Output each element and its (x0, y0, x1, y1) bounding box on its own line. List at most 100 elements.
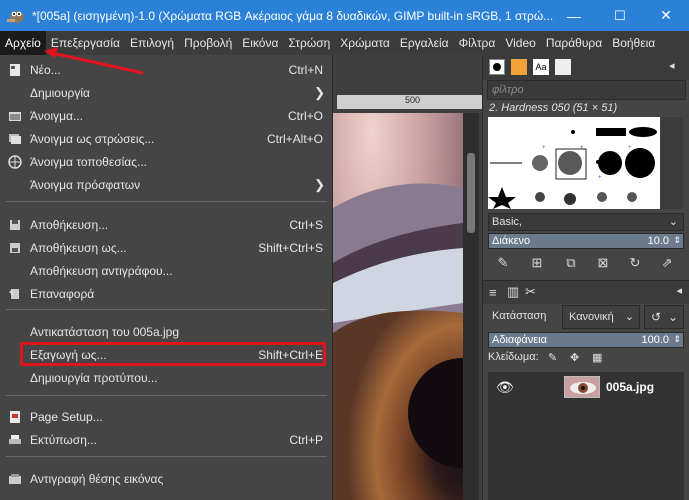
brush-to-image-icon[interactable]: ⇗ (659, 255, 675, 271)
document-tab-icon[interactable] (555, 59, 571, 75)
menu-item-open-location[interactable]: Άνοιγμα τοποθεσίας... (0, 150, 333, 173)
right-dock: Aa ◂ φίλτρο 2. Hardness 050 (51 × 51) + … (482, 55, 689, 500)
mode-label: Κατάσταση (492, 310, 547, 322)
lock-label: Κλείδωμα: (488, 351, 539, 363)
file-menu-dropdown: Νέο... Ctrl+N Δημιουργία ❯ Άνοιγμα... Ct… (0, 55, 333, 500)
menu-image[interactable]: Εικόνα (237, 31, 283, 55)
menu-colors[interactable]: Χρώματα (335, 31, 395, 55)
brush-tag-select[interactable]: Basic, ⌄ (488, 213, 684, 231)
spacing-slider[interactable]: Διάκενο 10.0 ⇕ (488, 233, 684, 249)
dock-menu-icon[interactable]: ◂ (669, 59, 685, 75)
menu-item-label: Αποθήκευση αντιγράφου... (30, 263, 173, 278)
menu-item-save-copy[interactable]: Αποθήκευση αντιγράφου... (0, 259, 333, 282)
brush-grid-scrollbar[interactable] (661, 117, 683, 209)
menu-filters[interactable]: Φίλτρα (454, 31, 501, 55)
menu-tools[interactable]: Εργαλεία (395, 31, 454, 55)
menu-view[interactable]: Προβολή (179, 31, 237, 55)
mode-value: Κανονική (569, 311, 614, 323)
menu-item-new[interactable]: Νέο... Ctrl+N (0, 58, 333, 81)
menu-item-shortcut: Shift+Ctrl+S (258, 240, 323, 255)
menu-item-shortcut: Ctrl+S (289, 217, 323, 232)
vertical-scrollbar[interactable] (463, 113, 479, 500)
menu-video[interactable]: Video (500, 31, 540, 55)
menu-item-label: Αντιγραφή θέσης εικόνας (30, 471, 164, 486)
menu-separator (6, 395, 327, 396)
menu-select[interactable]: Επιλογή (125, 31, 179, 55)
brush-actions: ✎ ⊞ ⧉ ⊠ ↻ ⇗ (483, 253, 689, 273)
brush-filter-input[interactable]: φίλτρο (487, 80, 686, 100)
menu-item-create-template[interactable]: Δημιουργία προτύπου... (0, 366, 333, 389)
composite-mode-button[interactable]: ↺ ⌄ (644, 305, 684, 329)
menu-layer[interactable]: Στρώση (283, 31, 335, 55)
opacity-label: Αδιαφάνεια (492, 334, 547, 346)
layer-list: 👁 005a.jpg (488, 372, 684, 500)
menu-item-open-recent[interactable]: Άνοιγμα πρόσφατων ❯ (0, 173, 333, 196)
visibility-eye-icon[interactable]: 👁 (496, 379, 514, 396)
menu-item-label: Άνοιγμα τοποθεσίας... (30, 154, 147, 169)
channels-tab-icon[interactable]: ▥ (507, 284, 519, 300)
duplicate-brush-icon[interactable]: ⧉ (563, 255, 579, 271)
stepper-icon[interactable]: ⇕ (673, 332, 681, 346)
menu-item-overwrite[interactable]: Αντικατάσταση του 005a.jpg (0, 320, 333, 343)
menu-item-label: Αποθήκευση ως... (30, 240, 127, 255)
layer-name: 005a.jpg (606, 380, 655, 394)
svg-text:+: + (628, 145, 632, 151)
menu-item-shortcut: Ctrl+O (287, 108, 323, 123)
menu-item-revert[interactable]: Επαναφορά (0, 282, 333, 305)
menu-item-page-setup[interactable]: Page Setup... (0, 405, 333, 428)
close-button[interactable]: ✕ (643, 0, 689, 31)
svg-text:+: + (598, 175, 602, 181)
menu-edit[interactable]: Επεξεργασία (46, 31, 125, 55)
image-canvas[interactable] (333, 113, 463, 500)
brush-grid[interactable]: + + + + (488, 117, 660, 209)
menu-item-save-as[interactable]: Αποθήκευση ως... Shift+Ctrl+S (0, 236, 333, 259)
globe-icon (8, 154, 22, 169)
menu-item-label: Άνοιγμα πρόσφατων (30, 177, 141, 192)
brushes-dock-tabs: Aa ◂ (483, 55, 689, 80)
delete-brush-icon[interactable]: ⊠ (595, 255, 611, 271)
reset-icon: ↺ (651, 310, 662, 324)
spacing-label: Διάκενο (492, 235, 531, 247)
menu-file[interactable]: Αρχείο (0, 31, 46, 55)
menu-item-open[interactable]: Άνοιγμα... Ctrl+O (0, 104, 333, 127)
scrollbar-thumb[interactable] (467, 153, 475, 233)
lock-pixels-icon[interactable]: ✎ (548, 351, 557, 364)
menu-help[interactable]: Βοήθεια (607, 31, 660, 55)
brushes-tab-icon[interactable] (489, 59, 505, 75)
paths-tab-icon[interactable]: ✂ (525, 284, 536, 300)
lock-position-icon[interactable]: ✥ (570, 351, 579, 364)
horizontal-ruler[interactable]: 500 (337, 95, 482, 109)
title-bar: *[005a] (εισηγμένη)-1.0 (Χρώματα RGB Ακέ… (0, 0, 689, 31)
menu-item-print[interactable]: Εκτύπωση... Ctrl+P (0, 428, 333, 451)
layers-tab-icon[interactable]: ≡ (489, 285, 497, 300)
edit-brush-icon[interactable]: ✎ (495, 255, 511, 271)
patterns-tab-icon[interactable] (511, 59, 527, 75)
menu-item-label: Νέο... (30, 62, 61, 77)
gimp-window: *[005a] (εισηγμένη)-1.0 (Χρώματα RGB Ακέ… (0, 0, 689, 500)
new-brush-icon[interactable]: ⊞ (529, 255, 545, 271)
menubar: Αρχείο Επεξεργασία Επιλογή Προβολή Εικόν… (0, 31, 689, 55)
minimize-button[interactable]: — (551, 0, 597, 31)
print-icon (8, 433, 22, 447)
opacity-slider[interactable]: Αδιαφάνεια 100.0 ⇕ (488, 332, 684, 348)
submenu-arrow-icon: ❯ (314, 84, 325, 100)
menu-item-label: Δημιουργία προτύπου... (30, 370, 158, 385)
menu-item-create[interactable]: Δημιουργία ❯ (0, 81, 333, 104)
lock-row: Κλείδωμα: ✎ ✥ ▦ (488, 351, 684, 369)
menu-item-label: Αντικατάσταση του 005a.jpg (30, 324, 180, 339)
menu-windows[interactable]: Παράθυρα (541, 31, 607, 55)
lock-alpha-icon[interactable]: ▦ (592, 351, 602, 364)
stepper-icon[interactable]: ⇕ (673, 233, 681, 247)
gimp-app-icon (6, 7, 26, 25)
layer-row[interactable]: 👁 005a.jpg (488, 374, 684, 402)
maximize-button[interactable]: ☐ (597, 0, 643, 31)
fonts-tab-icon[interactable]: Aa (533, 59, 549, 75)
menu-item-shortcut: Ctrl+N (288, 62, 323, 77)
dock-menu-icon[interactable]: ◂ (676, 284, 682, 297)
menu-item-save[interactable]: Αποθήκευση... Ctrl+S (0, 213, 333, 236)
mode-select[interactable]: Κανονική ⌄ (562, 305, 640, 329)
menu-item-open-as-layers[interactable]: Άνοιγμα ως στρώσεις... Ctrl+Alt+O (0, 127, 333, 150)
refresh-brushes-icon[interactable]: ↻ (627, 255, 643, 271)
svg-text:+: + (542, 145, 546, 151)
menu-item-copy-location[interactable]: Αντιγραφή θέσης εικόνας (0, 467, 333, 490)
